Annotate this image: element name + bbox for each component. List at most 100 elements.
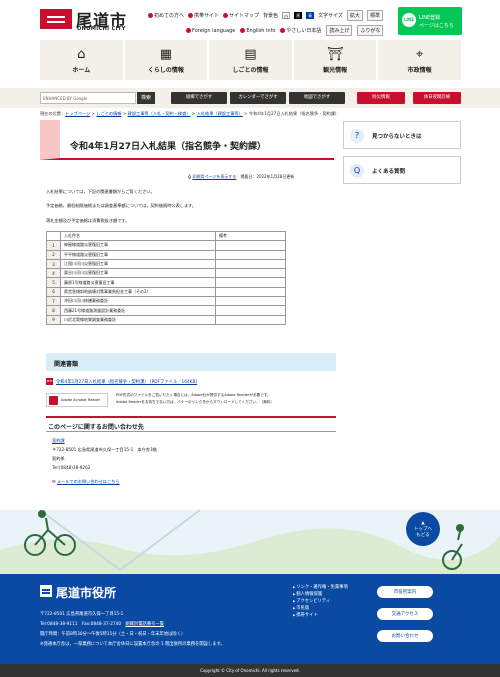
easy-japanese-link[interactable]: やさしい日本語 [280, 27, 321, 34]
back-to-top-button[interactable]: ▲ トップへ もどる [406, 512, 440, 546]
dept-link[interactable]: 契約課 [52, 438, 65, 444]
font-std-button[interactable]: 標準 [366, 10, 383, 21]
temple-icon: ⛩ [326, 47, 344, 62]
table-header-row: 入札件名 備考 [46, 230, 286, 242]
search-input[interactable]: ENHANCED BY Google [40, 92, 136, 104]
line-register-button[interactable]: LINE LINE登録 ページはこちら [398, 7, 462, 35]
font-big-button[interactable]: 拡大 [346, 10, 363, 21]
utility-nav: 初めての方へ 携帯サイト サイトマップ 背景色 白 黒 青 文字サイズ 拡大 標… [148, 10, 383, 21]
inquiry-heading: このページに関するお問い合わせ先 [46, 416, 336, 432]
table-row: 7 沖田川河川修繕業務委託 [46, 296, 286, 307]
logo-sub: ONOMICHI CITY [77, 26, 126, 32]
footer-links: リンク・著作権・免責事項 個人情報保護 アクセシビリティ 市民版 携帯サイト [293, 584, 348, 619]
question-icon: ? [350, 129, 364, 143]
adobe-reader-banner[interactable]: Adobe Acrobat Reader [46, 393, 108, 407]
related-docs-heading: 関連書類 [46, 353, 336, 371]
search-by-map-button[interactable]: 地図でさがす [289, 92, 345, 104]
arrow-icon [188, 13, 194, 18]
city-hall-guide-button[interactable]: 市役所案内 [376, 585, 434, 599]
breadcrumb-business[interactable]: しごとの情報 [96, 111, 121, 116]
bg-white-button[interactable]: 白 [282, 12, 291, 19]
line-text-1: LINE登録 [419, 15, 441, 21]
adobe-icon [49, 396, 58, 405]
sidebar-label: 見つからないときは [372, 134, 422, 140]
read-aloud-button[interactable]: 読み上げ [326, 25, 353, 36]
util-first-visit[interactable]: 初めての方へ [148, 12, 184, 19]
briefcase-icon: ▤ [244, 47, 257, 62]
furigana-button[interactable]: ふりがな [357, 25, 384, 36]
reader-note: PDF形式のファイルをご覧いただく場合には，Adobe社が提供するAdobe R… [116, 393, 274, 404]
city-logo-icon[interactable] [40, 9, 72, 29]
home-icon: ⌂ [77, 47, 86, 62]
bg-color-label: 背景色 [263, 13, 279, 19]
footer-link[interactable]: 個人情報保護 [293, 591, 348, 598]
org-phone-link[interactable]: 組織別電話番号一覧 [125, 622, 164, 627]
table-header-no [46, 230, 61, 242]
site-footer: 尾道市役所 〒722-8501 広島県尾道市久保一丁目15-1 Tel:0848… [0, 574, 500, 664]
breadcrumb-construction[interactable]: 建設工事等（入札・契約・検査） [128, 111, 191, 116]
util-sitemap[interactable]: サイトマップ [223, 12, 259, 19]
print-link[interactable]: 印刷用ページを表示する [192, 174, 236, 179]
english-info-link[interactable]: English info [240, 27, 275, 34]
footer-link[interactable]: リンク・著作権・免責事項 [293, 584, 347, 591]
title-area: 令和4年1月27日入札結果（指名競争・契約課） [40, 120, 334, 160]
para-2: 予定価格，最低制限価格または調査基準額については，契約後随時公表します。 [46, 203, 197, 208]
footer-hours: 開庁時間：午前8時30分〜午後5時15分（土・日・祝日・年末年始は除く） [40, 632, 186, 637]
sidebar-label: よくある質問 [372, 169, 406, 175]
table-row: 1 神屋線道路災害復旧工事 [46, 240, 286, 251]
table-row: 4 栗谷川河川災害復旧工事 [46, 268, 286, 279]
search-by-calendar-button[interactable]: カレンダーでさがす [230, 92, 286, 104]
results-table: 入札件名 備考 1 神屋線道路災害復旧工事 2 平平線道路災害復旧工事 3 江国川河川… [46, 230, 286, 325]
page-title: 令和4年1月27日入札結果（指名競争・契約課） [70, 142, 267, 152]
copyright: Copyright © City of Onomichi. All rights… [0, 664, 500, 677]
gnav-living[interactable]: ▦ くらしの情報 [124, 40, 208, 80]
breadcrumb: 現在の位置：トップページ > しごとの情報 > 建設工事等（入札・契約・検査） … [40, 111, 340, 116]
night-clinic-button[interactable]: 休日夜間診療 [413, 92, 461, 104]
table-header-name: 入札件名 [60, 230, 216, 242]
gnav-home[interactable]: ⌂ ホーム [40, 40, 123, 80]
table-row: 9 川尻北奥線地質調査業務委託 [46, 314, 286, 325]
util-mobile[interactable]: 携帯サイト [188, 12, 219, 19]
line-text-2: ページはこちら [419, 23, 454, 29]
published-date: 掲載日：2022年1月28日更新 [240, 174, 295, 179]
line-icon: LINE [402, 13, 416, 27]
disaster-info-button[interactable]: 防災情報 [357, 92, 405, 104]
gnav-city-admin[interactable]: ⌖ 市政情報 [378, 40, 461, 80]
para-3: 落札金額及び予定価格は消費税抜き額です。 [46, 218, 130, 223]
search-by-org-button[interactable]: 組織でさがす [171, 92, 227, 104]
table-row: 8 西藤21号線道路測量設計業務委託 [46, 305, 286, 316]
sidebar-faq[interactable]: Q よくある質問 [343, 156, 461, 184]
arrow-icon [223, 13, 229, 18]
footer-link[interactable]: 携帯サイト [293, 612, 348, 619]
font-size-label: 文字サイズ [318, 13, 343, 19]
footer-note: ※発通本庁舎は，一部業務について本庁舎休日に設置本庁舎の 1 階出張所の業務を開… [40, 642, 225, 647]
table-row: 6 県営急傾斜地崩壊対策事業負担金工事（その2） [46, 286, 286, 298]
print-line: ⎙ 印刷用ページを表示する 掲載日：2022年1月28日更新 [188, 174, 294, 180]
inquiry-address: 〒722-8501 広島県尾道市久保一丁目15-1 本庁舎3階 [52, 447, 157, 452]
language-nav: Foreign language English info やさしい日本語 読み… [186, 25, 384, 36]
pdf-link[interactable]: PDF 令和4年1月27日入札結果（指名競争・契約課） [PDFファイル／164K… [46, 378, 197, 385]
search-button[interactable]: 検索 [137, 92, 155, 104]
gnav-tourism[interactable]: ⛩ 観光情報 [293, 40, 377, 80]
footer-link[interactable]: 市民版 [293, 605, 348, 612]
breadcrumb-results[interactable]: 入札結果（建設工事等） [197, 111, 243, 116]
para-1: 入札結果については，下記の関連書類からご覧ください。 [46, 189, 155, 194]
contact-button[interactable]: お問い合わせ [376, 629, 434, 643]
bg-blue-button[interactable]: 青 [306, 12, 315, 19]
breadcrumb-top[interactable]: トップページ [65, 111, 90, 116]
access-button[interactable]: 交通アクセス [376, 607, 434, 621]
table-row: 2 平平線道路災害復旧工事 [46, 249, 286, 260]
arrow-icon [148, 13, 153, 18]
table-header-note: 備考 [215, 230, 286, 242]
foreign-language-link[interactable]: Foreign language [186, 27, 235, 34]
footer-logo-icon [40, 585, 52, 597]
footer-link[interactable]: アクセシビリティ [293, 598, 348, 605]
faq-icon: Q [350, 164, 364, 178]
bg-black-button[interactable]: 黒 [294, 12, 303, 19]
gnav-business[interactable]: ▤ しごとの情報 [209, 40, 292, 80]
sidebar-not-found[interactable]: ? 見つからないときは [343, 121, 461, 149]
building-icon: ⌖ [416, 47, 424, 62]
globe-icon [240, 27, 246, 33]
pdf-icon: PDF [46, 378, 53, 385]
globe-icon [186, 27, 191, 33]
